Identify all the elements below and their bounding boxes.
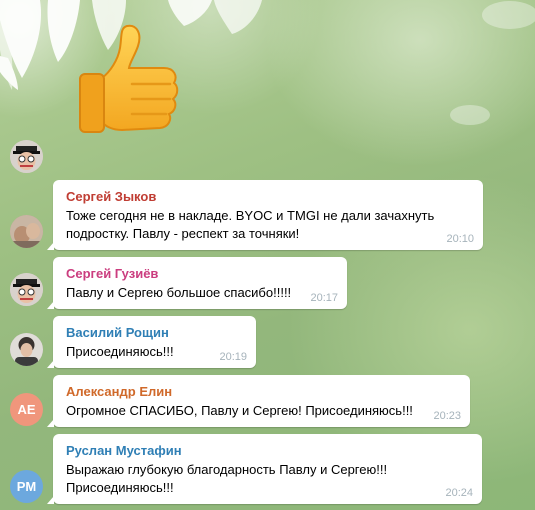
message-time: 20:24 — [445, 487, 473, 499]
message-bubble[interactable]: Сергей Гузиёв Павлу и Сергею большое спа… — [47, 257, 347, 309]
message-text: Выражаю глубокую благодарность Павлу и С… — [66, 462, 388, 477]
message-text: Павлу и Сергею большое спасибо!!!!! — [66, 285, 292, 300]
avatar[interactable] — [10, 333, 43, 366]
message-text: Присоединяюсь!!! — [66, 344, 174, 359]
avatar[interactable] — [10, 273, 43, 306]
message-text: Тоже сегодня не в накладе. BYOC и TMGI н… — [66, 208, 435, 223]
sender-name[interactable]: Василий Рощин — [66, 324, 244, 341]
user-photo-icon — [10, 333, 43, 366]
message-time: 20:10 — [446, 233, 474, 245]
avatar[interactable] — [10, 140, 43, 173]
sender-name[interactable]: Александр Елин — [66, 383, 458, 400]
message-bubble[interactable]: Александр Елин Огромное СПАСИБО, Павлу и… — [47, 375, 470, 427]
avatar[interactable]: PM — [10, 470, 43, 503]
sender-name[interactable]: Руслан Мустафин — [66, 442, 470, 459]
user-photo-icon — [10, 215, 43, 248]
avatar[interactable]: AE — [10, 393, 43, 426]
thumbs-up-icon[interactable] — [72, 22, 182, 142]
message-bubble[interactable]: Сергей Зыков Тоже сегодня не в накладе. … — [47, 180, 483, 250]
message-time: 20:17 — [310, 292, 338, 304]
message-time: 20:23 — [433, 410, 461, 422]
message-bubble[interactable]: Василий Рощин Присоединяюсь!!! 20:19 — [47, 316, 256, 368]
message-text: Огромное СПАСИБО, Павлу и Сергею! Присое… — [66, 403, 413, 418]
user-photo-icon — [10, 273, 43, 306]
user-photo-icon — [10, 140, 43, 173]
sender-name[interactable]: Сергей Гузиёв — [66, 265, 335, 282]
message-text: подростку. Павлу - респект за точняки! — [66, 226, 300, 241]
sender-name[interactable]: Сергей Зыков — [66, 188, 471, 205]
message-bubble[interactable]: Руслан Мустафин Выражаю глубокую благода… — [47, 434, 482, 504]
message-time: 20:19 — [219, 351, 247, 363]
message-text: Присоединяюсь!!! — [66, 480, 174, 495]
avatar[interactable] — [10, 215, 43, 248]
